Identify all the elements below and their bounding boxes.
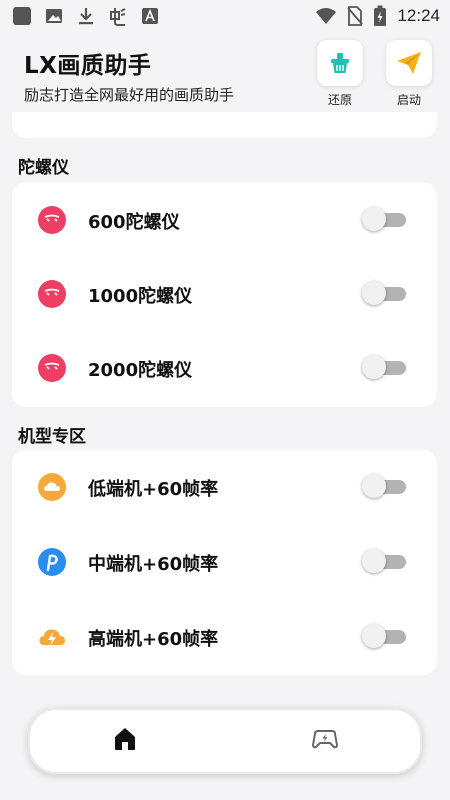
start-label: 启动 (396, 93, 421, 107)
toggle-switch[interactable] (362, 207, 406, 231)
battery-icon (374, 5, 387, 26)
setting-label: 1000陀螺仪 (88, 286, 193, 307)
no-sim-icon (347, 6, 364, 26)
device-card: 低端机+60帧率 中端机+60帧率 高端机+60帧率 (12, 450, 437, 675)
section-title-gyro: 陀螺仪 (18, 158, 69, 178)
gyro-icon (38, 280, 66, 308)
setting-row-600-gyro[interactable]: 600陀螺仪 (12, 200, 437, 240)
lightning-cloud-icon (39, 629, 65, 646)
wifi-icon (316, 8, 337, 24)
app-title: LX画质助手 (24, 53, 152, 79)
home-icon (115, 728, 135, 750)
nav-game[interactable] (310, 724, 340, 754)
setting-label: 中端机+60帧率 (88, 554, 219, 575)
setting-label: 2000陀螺仪 (88, 360, 193, 381)
gyro-card: 600陀螺仪 1000陀螺仪 2000陀螺仪 (12, 182, 437, 407)
gamepad-icon (312, 730, 338, 749)
nav-home[interactable] (110, 724, 140, 754)
gyro-icon (38, 354, 66, 382)
setting-label: 低端机+60帧率 (88, 479, 219, 500)
toggle-switch[interactable] (362, 624, 406, 648)
p-logo-icon (38, 548, 66, 576)
app-icon (110, 8, 126, 26)
setting-row-2000-gyro[interactable]: 2000陀螺仪 (12, 348, 437, 388)
restore-label: 还原 (327, 93, 352, 107)
app-subtitle: 励志打造全网最好用的画质助手 (24, 86, 235, 104)
setting-label: 600陀螺仪 (88, 212, 180, 233)
restore-button[interactable] (317, 40, 363, 86)
download-icon (79, 8, 93, 25)
setting-row-mid-end[interactable]: 中端机+60帧率 (12, 542, 437, 582)
a-letter-icon (142, 8, 158, 24)
setting-row-high-end[interactable]: 高端机+60帧率 (12, 617, 437, 657)
previous-card (12, 112, 437, 138)
paper-plane-icon (397, 52, 421, 74)
photo-icon (46, 9, 62, 23)
toggle-switch[interactable] (362, 474, 406, 498)
setting-label: 高端机+60帧率 (88, 629, 219, 650)
status-bar: 12:24 (0, 0, 450, 32)
toggle-switch[interactable] (362, 281, 406, 305)
section-title-device: 机型专区 (18, 427, 86, 447)
image-icon (13, 7, 31, 25)
basket-icon (331, 53, 349, 73)
bottom-nav (28, 708, 422, 774)
status-icons-right: 12:24 (315, 5, 440, 27)
cloud-icon (38, 473, 66, 501)
toggle-switch[interactable] (362, 549, 406, 573)
start-button[interactable] (386, 40, 432, 86)
gyro-icon (38, 206, 66, 234)
toggle-switch[interactable] (362, 355, 406, 379)
status-icons-left (12, 6, 160, 26)
setting-row-low-end[interactable]: 低端机+60帧率 (12, 467, 437, 507)
status-time: 12:24 (397, 6, 440, 25)
setting-row-1000-gyro[interactable]: 1000陀螺仪 (12, 274, 437, 314)
